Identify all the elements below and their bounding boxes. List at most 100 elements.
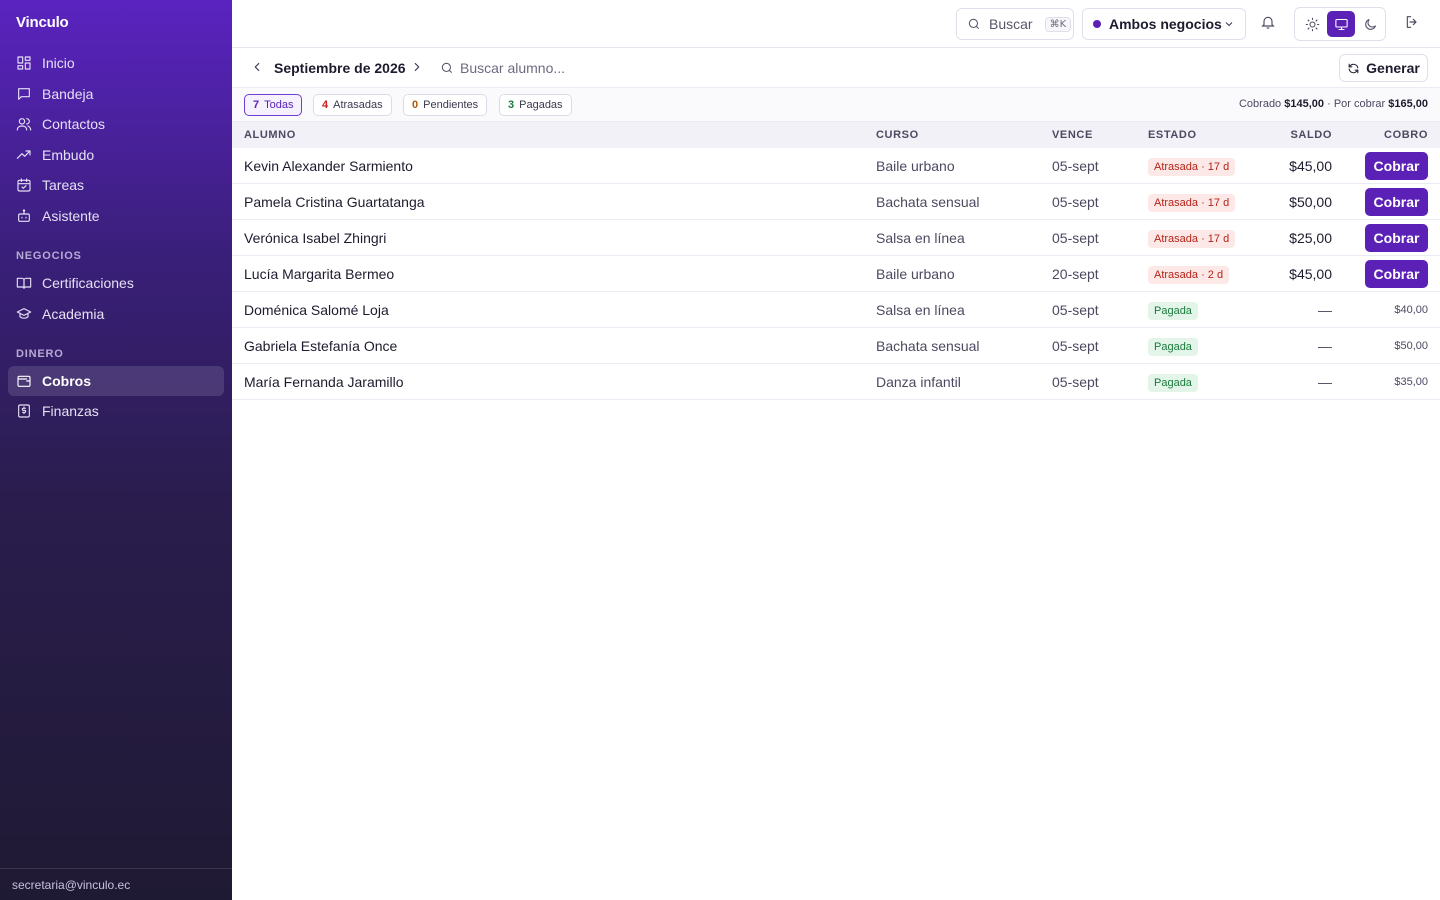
sidebar-item-academia[interactable]: Academia: [8, 299, 224, 329]
table-row[interactable]: María Fernanda Jaramillo Danza infantil …: [232, 364, 1440, 400]
logout-button[interactable]: [1404, 14, 1424, 34]
pending-amount: $165,00: [1388, 98, 1428, 110]
column-header-vence[interactable]: VENCE: [1052, 129, 1093, 141]
sidebar-item-tareas[interactable]: Tareas: [8, 170, 224, 200]
table-row[interactable]: Lucía Margarita Bermeo Baile urbano 20-s…: [232, 256, 1440, 292]
summary-separator: ·: [1327, 98, 1331, 110]
monitor-icon: [1334, 18, 1348, 30]
bell-icon: [1261, 16, 1275, 29]
month-title: Septiembre de 2026: [274, 60, 406, 76]
calendar-check-icon: [16, 177, 32, 193]
next-month-button[interactable]: [410, 60, 426, 76]
status-badge: Pagada: [1148, 302, 1198, 320]
refresh-icon: [1348, 63, 1359, 73]
sidebar-item-label: Bandeja: [42, 86, 94, 102]
sidebar-item-label: Inicio: [42, 55, 75, 71]
collect-button[interactable]: Cobrar: [1365, 260, 1428, 288]
collect-button[interactable]: Cobrar: [1365, 152, 1428, 180]
brand-logo[interactable]: Vinculo: [16, 14, 69, 31]
sidebar-item-cobros[interactable]: Cobros: [8, 366, 224, 396]
previous-month-button[interactable]: [250, 60, 266, 76]
generate-button[interactable]: Generar: [1339, 54, 1428, 82]
balance: $50,00: [1289, 194, 1332, 210]
collect-button[interactable]: Cobrar: [1365, 224, 1428, 252]
table-row[interactable]: Gabriela Estefanía Once Bachata sensual …: [232, 328, 1440, 364]
sidebar-section-negocios: NEGOCIOS: [16, 250, 82, 262]
sidebar-section-dinero: DINERO: [16, 348, 64, 360]
balance: $45,00: [1289, 158, 1332, 174]
student-name: Kevin Alexander Sarmiento: [244, 158, 413, 174]
column-header-alumno[interactable]: ALUMNO: [244, 129, 296, 141]
filter-count: 4: [322, 99, 329, 111]
business-dot: [1093, 20, 1101, 28]
sidebar-item-label: Certificaciones: [42, 275, 134, 291]
filter-bar: 7 Todas 4 Atrasadas 0 Pendientes 3 Pagad…: [232, 88, 1440, 122]
sidebar: Vinculo Inicio Bandeja Contactos Embudo …: [0, 0, 232, 900]
column-header-saldo[interactable]: SALDO: [1291, 129, 1333, 141]
theme-system-button[interactable]: [1327, 11, 1355, 37]
filter-label: Atrasadas: [333, 99, 383, 111]
course-name: Danza infantil: [876, 374, 961, 390]
notifications-button[interactable]: [1260, 14, 1280, 34]
month-bar: Septiembre de 2026 Generar: [232, 48, 1440, 88]
course-name: Salsa en línea: [876, 302, 965, 318]
sidebar-item-contactos[interactable]: Contactos: [8, 109, 224, 139]
filter-count: 3: [508, 99, 515, 111]
collected-amount: $145,00: [1284, 98, 1325, 110]
sidebar-item-label: Finanzas: [42, 403, 99, 419]
due-date: 05-sept: [1052, 338, 1099, 354]
sidebar-item-label: Cobros: [42, 373, 91, 389]
pending-label: Por cobrar: [1333, 98, 1386, 110]
theme-light-button[interactable]: [1298, 11, 1326, 37]
balance: —: [1318, 374, 1332, 390]
student-search-input[interactable]: [460, 60, 720, 76]
course-name: Bachata sensual: [876, 194, 980, 210]
generate-label: Generar: [1366, 60, 1420, 76]
filter-atrasadas[interactable]: 4 Atrasadas: [313, 94, 392, 116]
column-header-estado[interactable]: ESTADO: [1148, 129, 1197, 141]
global-search-button[interactable]: Buscar ⌘K: [956, 8, 1074, 40]
message-icon: [16, 86, 32, 102]
due-date: 05-sept: [1052, 230, 1099, 246]
balance: $45,00: [1289, 266, 1332, 282]
sidebar-item-certificaciones[interactable]: Certificaciones: [8, 268, 224, 298]
sidebar-item-label: Asistente: [42, 208, 100, 224]
table-row[interactable]: Verónica Isabel Zhingri Salsa en línea 0…: [232, 220, 1440, 256]
sidebar-item-asistente[interactable]: Asistente: [8, 201, 224, 231]
table-row[interactable]: Doménica Salomé Loja Salsa en línea 05-s…: [232, 292, 1440, 328]
course-name: Baile urbano: [876, 158, 955, 174]
filter-label: Pendientes: [423, 99, 479, 111]
grid-icon: [16, 55, 32, 71]
topbar: Buscar ⌘K Ambos negocios: [232, 0, 1440, 48]
sidebar-item-finanzas[interactable]: Finanzas: [8, 396, 224, 426]
logout-icon: [1406, 16, 1417, 28]
theme-dark-button[interactable]: [1356, 11, 1384, 37]
bot-icon: [16, 208, 32, 224]
wallet-icon: [16, 373, 32, 389]
sidebar-item-label: Tareas: [42, 177, 85, 193]
sidebar-item-inicio[interactable]: Inicio: [8, 48, 224, 78]
student-search: [440, 58, 740, 78]
filter-todas[interactable]: 7 Todas: [244, 94, 303, 116]
status-badge: Atrasada · 2 d: [1148, 266, 1230, 284]
totals-summary: Cobrado $145,00 · Por cobrar $165,00: [1239, 98, 1428, 110]
business-select-value: Ambos negocios: [1109, 16, 1222, 32]
receipt-icon: [16, 403, 32, 419]
table-row[interactable]: Pamela Cristina Guartatanga Bachata sens…: [232, 184, 1440, 220]
filter-pendientes[interactable]: 0 Pendientes: [403, 94, 488, 116]
business-select[interactable]: Ambos negocios: [1082, 8, 1246, 40]
column-header-cobro[interactable]: COBRO: [1384, 129, 1428, 141]
sun-icon: [1305, 17, 1319, 31]
sidebar-item-label: Academia: [42, 306, 105, 322]
column-header-curso[interactable]: CURSO: [876, 129, 919, 141]
filter-pagadas[interactable]: 3 Pagadas: [499, 94, 572, 116]
balance: —: [1318, 302, 1332, 318]
collect-button[interactable]: Cobrar: [1365, 188, 1428, 216]
student-name: María Fernanda Jaramillo: [244, 374, 404, 390]
balance: —: [1318, 338, 1332, 354]
sidebar-item-embudo[interactable]: Embudo: [8, 140, 224, 170]
student-name: Lucía Margarita Bermeo: [244, 266, 395, 282]
table-row[interactable]: Kevin Alexander Sarmiento Baile urbano 0…: [232, 148, 1440, 184]
search-shortcut: ⌘K: [1044, 16, 1072, 32]
sidebar-item-bandeja[interactable]: Bandeja: [8, 79, 224, 109]
